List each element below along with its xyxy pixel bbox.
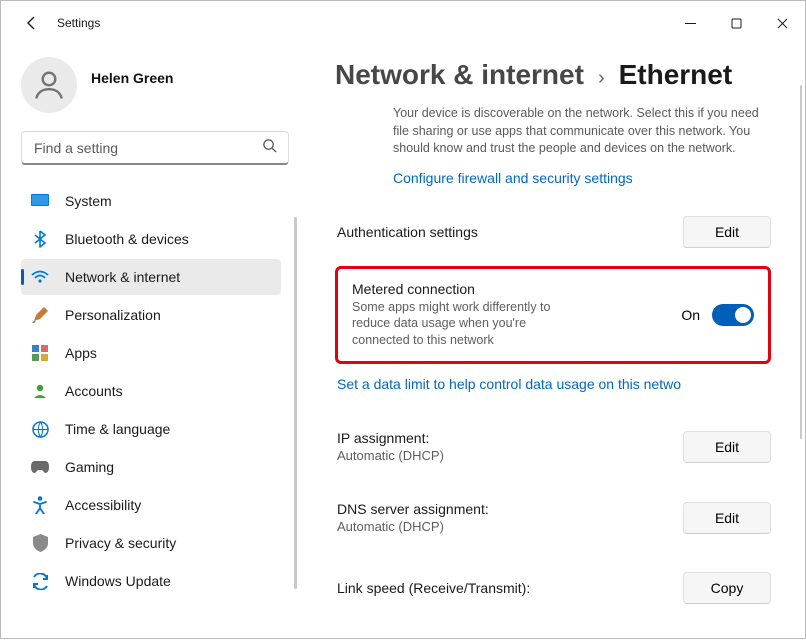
sidebar-item-label: System [65, 193, 112, 209]
firewall-settings-link[interactable]: Configure firewall and security settings [335, 170, 771, 186]
sidebar-item-label: Privacy & security [65, 535, 176, 551]
time-language-icon [31, 420, 49, 438]
metered-toggle-state: On [681, 307, 700, 323]
main-content: Network & internet › Ethernet Your devic… [301, 45, 805, 640]
authentication-label: Authentication settings [337, 224, 478, 240]
dns-edit-button[interactable]: Edit [683, 502, 771, 534]
sidebar: Helen Green System Bluetooth & devices N… [1, 45, 301, 640]
sidebar-item-network[interactable]: Network & internet [21, 259, 281, 295]
dns-assignment-value: Automatic (DHCP) [337, 519, 489, 534]
sidebar-item-label: Bluetooth & devices [65, 231, 189, 247]
sidebar-item-label: Accounts [65, 383, 123, 399]
sidebar-item-label: Time & language [65, 421, 170, 437]
personalization-icon [31, 306, 49, 324]
maximize-button[interactable] [713, 1, 759, 45]
dns-assignment-label: DNS server assignment: [337, 501, 489, 517]
search-wrap [21, 131, 289, 165]
gaming-icon [31, 458, 49, 476]
link-speed-label: Link speed (Receive/Transmit): [337, 580, 530, 596]
authentication-settings-row: Authentication settings Edit [335, 206, 771, 258]
sidebar-item-gaming[interactable]: Gaming [21, 449, 281, 485]
ip-assignment-value: Automatic (DHCP) [337, 448, 444, 463]
titlebar: Settings [1, 1, 805, 45]
chevron-right-icon: › [598, 67, 605, 90]
network-profile-description: Your device is discoverable on the netwo… [335, 105, 771, 158]
sidebar-item-label: Accessibility [65, 497, 141, 513]
sidebar-item-accounts[interactable]: Accounts [21, 373, 281, 409]
sidebar-item-system[interactable]: System [21, 183, 281, 219]
breadcrumb: Network & internet › Ethernet [335, 59, 771, 91]
wifi-icon [31, 268, 49, 286]
accounts-icon [31, 382, 49, 400]
search-input[interactable] [21, 131, 289, 165]
sidebar-item-bluetooth[interactable]: Bluetooth & devices [21, 221, 281, 257]
close-button[interactable] [759, 1, 805, 45]
ip-assignment-row: IP assignment: Automatic (DHCP) Edit [335, 420, 771, 473]
link-speed-row: Link speed (Receive/Transmit): Copy [335, 562, 771, 614]
window-title: Settings [57, 16, 100, 30]
sidebar-item-time-language[interactable]: Time & language [21, 411, 281, 447]
metered-description: Some apps might work differently to redu… [352, 299, 582, 350]
sidebar-item-label: Apps [65, 345, 97, 361]
breadcrumb-current: Ethernet [619, 59, 733, 91]
sidebar-item-privacy[interactable]: Privacy & security [21, 525, 281, 561]
sidebar-item-label: Personalization [65, 307, 161, 323]
back-button[interactable] [23, 14, 41, 32]
bluetooth-icon [31, 230, 49, 248]
sidebar-item-windows-update[interactable]: Windows Update [21, 563, 281, 599]
breadcrumb-parent[interactable]: Network & internet [335, 59, 584, 91]
data-limit-link[interactable]: Set a data limit to help control data us… [335, 376, 771, 392]
sidebar-item-label: Windows Update [65, 573, 171, 589]
dns-assignment-row: DNS server assignment: Automatic (DHCP) … [335, 491, 771, 544]
metered-toggle[interactable] [712, 304, 754, 326]
main-scrollbar[interactable] [800, 85, 802, 439]
windows-update-icon [31, 572, 49, 590]
user-email [91, 86, 231, 100]
accessibility-icon [31, 496, 49, 514]
metered-connection-row: Metered connection Some apps might work … [335, 266, 771, 365]
sidebar-scrollbar[interactable] [294, 217, 297, 589]
sidebar-item-apps[interactable]: Apps [21, 335, 281, 371]
avatar [21, 57, 77, 113]
sidebar-item-label: Network & internet [65, 269, 180, 285]
user-account-row[interactable]: Helen Green [21, 49, 293, 131]
sidebar-item-personalization[interactable]: Personalization [21, 297, 281, 333]
ip-assignment-label: IP assignment: [337, 430, 444, 446]
sidebar-item-accessibility[interactable]: Accessibility [21, 487, 281, 523]
ip-edit-button[interactable]: Edit [683, 431, 771, 463]
apps-icon [31, 344, 49, 362]
metered-title: Metered connection [352, 281, 582, 297]
sidebar-nav: System Bluetooth & devices Network & int… [21, 183, 293, 599]
shield-icon [31, 534, 49, 552]
user-name: Helen Green [91, 70, 231, 86]
authentication-edit-button[interactable]: Edit [683, 216, 771, 248]
system-icon [31, 192, 49, 210]
sidebar-item-label: Gaming [65, 459, 114, 475]
minimize-button[interactable] [667, 1, 713, 45]
window-controls [667, 1, 805, 45]
link-speed-copy-button[interactable]: Copy [683, 572, 771, 604]
search-icon [262, 138, 277, 158]
